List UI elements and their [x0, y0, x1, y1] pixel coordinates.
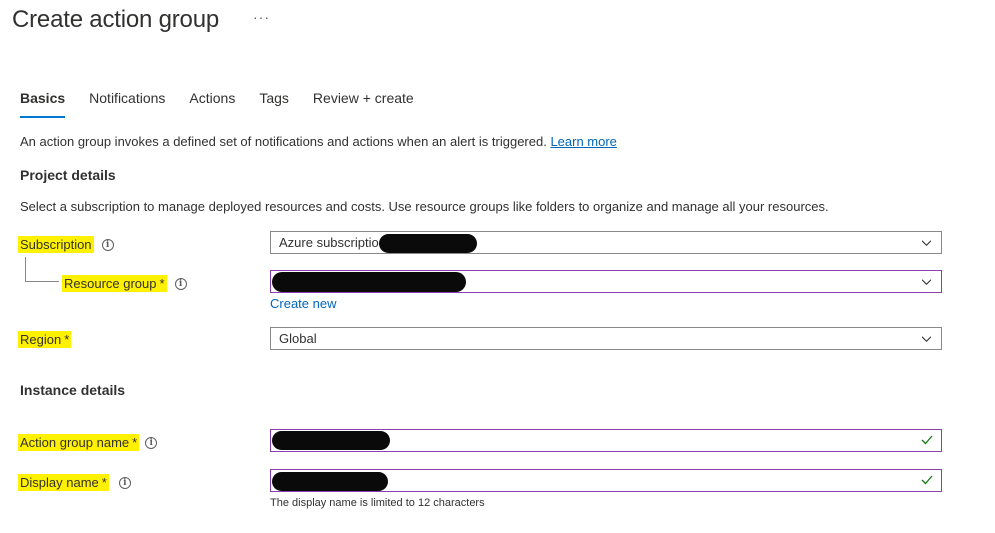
redacted-mark — [272, 431, 390, 450]
chevron-down-icon — [922, 240, 931, 246]
more-options-button[interactable]: ··· — [253, 9, 270, 25]
display-name-hint: The display name is limited to 12 charac… — [270, 497, 485, 509]
chevron-down-icon — [922, 336, 931, 342]
project-details-description: Select a subscription to manage deployed… — [20, 199, 829, 214]
resource-group-label-row: Resource group * i — [62, 275, 187, 292]
region-label-row: Region * — [18, 331, 72, 348]
region-label-text: Region — [20, 332, 62, 347]
info-icon[interactable]: i — [101, 238, 114, 251]
required-marker: * — [132, 435, 138, 450]
checkmark-icon — [921, 475, 933, 485]
learn-more-link[interactable]: Learn more — [550, 134, 616, 149]
region-dropdown[interactable]: Global — [270, 327, 942, 350]
required-marker: * — [64, 332, 70, 347]
subscription-label: Subscription — [18, 236, 94, 253]
action-group-name-label-text: Action group name — [20, 435, 130, 450]
subscription-label-row: Subscription i — [18, 236, 114, 253]
create-new-link[interactable]: Create new — [270, 296, 336, 311]
redacted-mark — [379, 234, 477, 253]
chevron-down-icon — [922, 279, 931, 285]
redacted-mark — [272, 272, 466, 292]
info-icon[interactable]: i — [145, 436, 158, 449]
action-group-name-label: Action group name * — [18, 434, 140, 451]
display-name-label: Display name * — [18, 474, 109, 491]
display-name-label-text: Display name — [20, 475, 99, 490]
required-marker: * — [159, 276, 165, 291]
region-value: Global — [279, 331, 317, 346]
project-details-heading: Project details — [20, 167, 116, 183]
page-title: Create action group — [12, 6, 219, 33]
subscription-dropdown[interactable]: Azure subscription — [270, 231, 942, 254]
resource-group-label-text: Resource group — [64, 276, 157, 291]
resource-group-label: Resource group * — [62, 275, 167, 292]
tab-basics[interactable]: Basics — [20, 90, 66, 118]
action-group-name-label-row: Action group name * i — [18, 434, 158, 451]
region-label: Region * — [18, 331, 72, 348]
display-name-label-row: Display name * i — [18, 474, 131, 491]
tab-review-create[interactable]: Review + create — [313, 90, 414, 113]
tab-actions[interactable]: Actions — [189, 90, 235, 113]
required-marker: * — [101, 475, 107, 490]
redacted-mark — [272, 472, 388, 491]
info-icon[interactable]: i — [118, 476, 131, 489]
tab-bar: Basics Notifications Actions Tags Review… — [20, 90, 438, 118]
tree-connector — [25, 257, 59, 282]
checkmark-icon — [921, 435, 933, 445]
intro-text: An action group invokes a defined set of… — [20, 134, 617, 149]
info-icon[interactable]: i — [174, 277, 187, 290]
instance-details-heading: Instance details — [20, 382, 126, 398]
subscription-value: Azure subscription — [279, 235, 386, 250]
tab-tags[interactable]: Tags — [259, 90, 289, 113]
tab-notifications[interactable]: Notifications — [89, 90, 165, 113]
intro-description: An action group invokes a defined set of… — [20, 134, 551, 149]
